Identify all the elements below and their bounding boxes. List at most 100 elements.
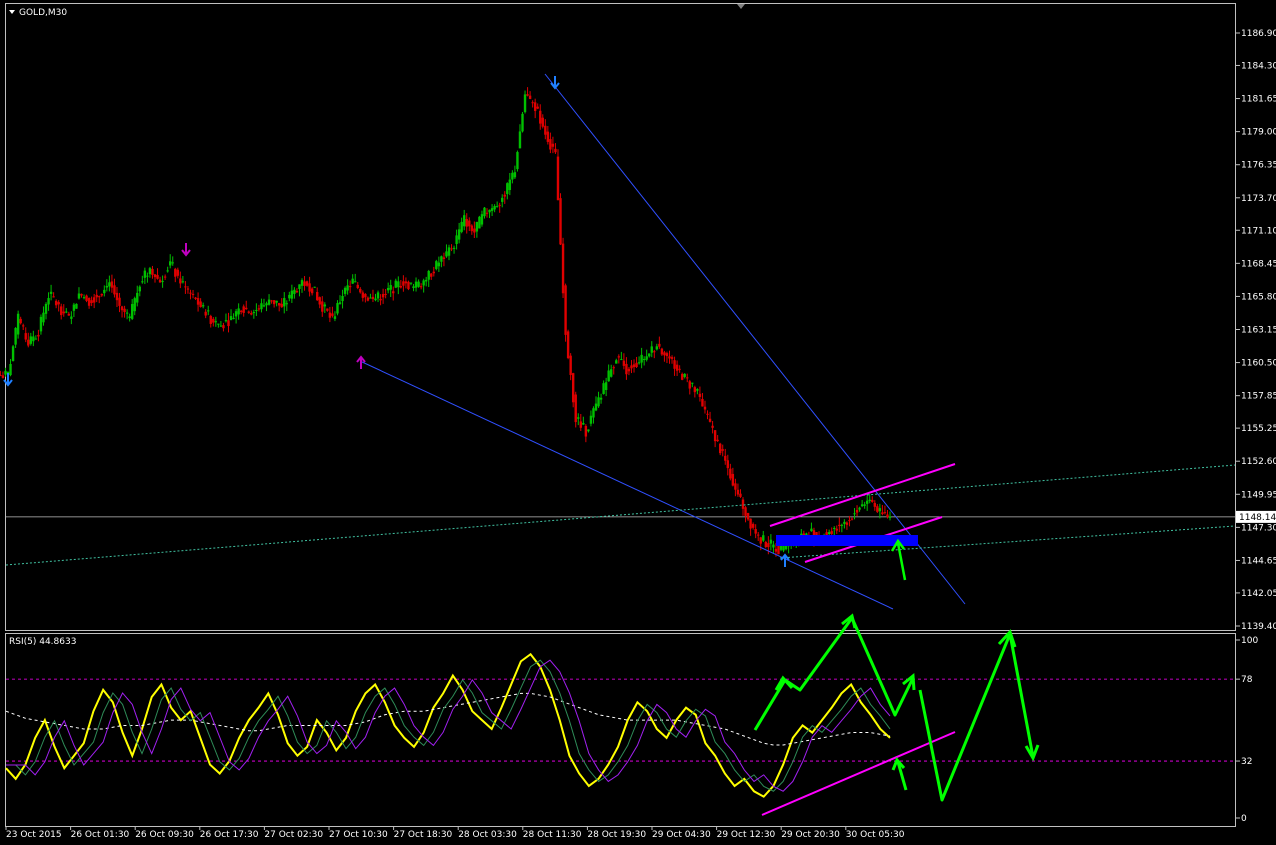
candle [44,303,48,314]
candle [148,268,152,275]
candle [163,276,167,278]
candle [212,318,215,323]
candle [599,397,603,400]
candle [374,298,377,301]
candle [516,152,519,170]
candle [39,316,43,332]
candle [465,219,468,227]
candle [498,204,501,206]
candle [833,527,836,529]
candle [419,286,423,288]
y-tick-label: 1176.35 [1241,161,1276,171]
candle [262,305,266,307]
candle [207,310,210,312]
candle [361,292,365,298]
candle [250,313,253,315]
candle [191,293,195,295]
candle [331,313,334,316]
candle [655,346,659,350]
candle [156,274,159,279]
candle [876,506,879,512]
candle [404,281,408,284]
candle [54,300,58,306]
candle [9,363,12,376]
scroll-marker-icon[interactable] [737,4,745,9]
candle [871,499,874,502]
candle [658,343,661,347]
forecast-zigzag-2 [918,632,1035,802]
candle [369,297,372,299]
rsi-title: RSI(5) 44.8633 [9,637,76,647]
candle [855,510,859,513]
candle [883,512,887,514]
candle [632,364,636,368]
candle [511,172,514,180]
candle [1,375,5,378]
candle [49,291,53,294]
x-tick-label: 26 Oct 17:30 [200,830,259,840]
candle [757,534,760,536]
candle [650,346,653,353]
candle [60,306,63,316]
candle [536,106,539,109]
candle [272,300,276,305]
dropdown-icon[interactable] [9,10,15,14]
candle [533,102,537,111]
candle [617,356,621,358]
candle [176,269,180,276]
candle [42,312,45,323]
candle [336,303,339,314]
candle [4,370,7,375]
candle [539,110,542,124]
candle [673,360,676,369]
x-tick-label: 23 Oct 2015 [6,830,62,840]
candle [571,373,575,403]
candle [37,334,40,337]
candle [688,381,691,389]
y-tick-label: 1144.65 [1241,556,1276,566]
candle [625,363,628,375]
candle [622,360,626,366]
candle [146,275,149,277]
candle [698,393,702,397]
candle [239,310,243,312]
y-tick-label: 1181.65 [1241,95,1276,105]
y-tick-label: 1168.45 [1241,259,1276,269]
candle [751,523,755,528]
y-tick-label: 1179.00 [1241,128,1276,138]
candle [113,285,116,295]
y-tick-label: 1149.95 [1241,490,1276,500]
candle [640,354,643,363]
candle [214,321,218,323]
candle [346,285,349,291]
candle [490,208,494,211]
x-tick-label: 26 Oct 09:30 [135,830,194,840]
candle [574,394,577,423]
y-tick-label: 1186.90 [1241,29,1276,39]
candle [422,280,425,286]
candle [98,296,101,298]
candle [711,425,714,428]
candle [151,268,154,275]
candle [189,292,192,294]
candle [769,539,773,544]
candle [414,281,418,288]
candle [300,280,304,286]
candle [34,338,38,340]
candle [754,529,757,534]
candle [468,220,471,227]
candle [764,541,768,548]
candle [158,279,162,283]
candle [508,179,512,191]
candle [830,531,833,534]
candle [726,460,729,469]
candle [630,365,633,369]
candle [457,229,461,240]
candle [825,532,828,536]
candle [485,212,489,214]
candle [430,273,433,277]
candle [260,303,263,310]
rsi-tick-label: 0 [1241,814,1247,824]
chart-canvas[interactable]: GOLD,M30 RSI(5) 44.8633 1186.90 1184.30 11… [0,0,1276,845]
candle [544,125,547,135]
